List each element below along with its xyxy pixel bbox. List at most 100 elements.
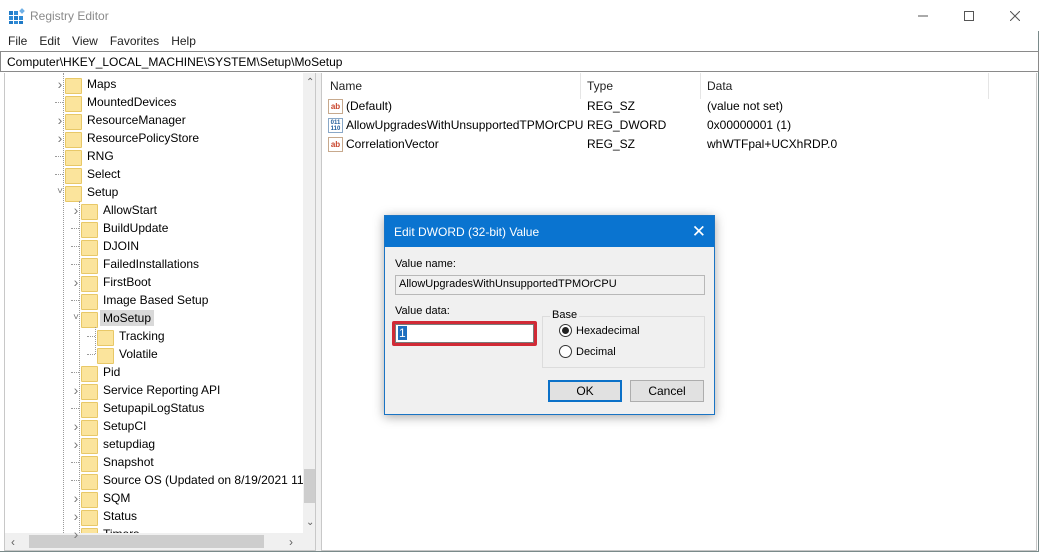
tree-item-label: SQM <box>103 491 131 505</box>
tree-item[interactable]: Volatile <box>97 345 161 364</box>
address-path[interactable]: Computer\HKEY_LOCAL_MACHINE\SYSTEM\Setup… <box>7 55 342 69</box>
menu-favorites[interactable]: Favorites <box>104 31 165 51</box>
value-name: AllowUpgradesWithUnsupportedTPMOrCPU <box>346 118 584 132</box>
chevron-right-icon[interactable]: › <box>71 491 81 505</box>
value-row[interactable]: ab (Default) REG_SZ (value not set) <box>322 97 1022 116</box>
column-divider[interactable] <box>580 73 581 99</box>
value-data-text: 1 <box>398 326 407 340</box>
tree-item[interactable]: Image Based Setup <box>81 291 211 310</box>
scroll-up-icon[interactable]: ⌃ <box>306 77 314 88</box>
chevron-right-icon[interactable]: › <box>71 509 81 523</box>
tree-item[interactable]: ResourcePolicyStore <box>65 129 202 148</box>
tree-item[interactable]: RNG <box>65 147 117 166</box>
chevron-right-icon[interactable]: › <box>55 77 65 91</box>
minimize-button[interactable] <box>900 0 946 31</box>
tree-item[interactable]: BuildUpdate <box>81 219 171 238</box>
tree-vertical-scrollbar[interactable]: ⌃ ⌄ <box>303 73 315 533</box>
radio-hexadecimal[interactable]: Hexadecimal <box>559 324 640 337</box>
value-row[interactable]: ab CorrelationVector REG_SZ whWTFpal+UCX… <box>322 135 1022 154</box>
registry-editor-window: Registry Editor File Edit View Favorites… <box>0 0 1039 552</box>
chevron-right-icon[interactable]: › <box>55 131 65 145</box>
tree-item[interactable]: FirstBoot <box>81 273 154 292</box>
string-value-icon: ab <box>328 137 343 152</box>
tree-item[interactable]: SetupCI <box>81 417 149 436</box>
tree-item[interactable]: FailedInstallations <box>81 255 202 274</box>
tree-horizontal-scroll-thumb[interactable] <box>29 535 264 548</box>
tree-item[interactable]: ResourceManager <box>65 111 189 130</box>
tree-vertical-scroll-thumb[interactable] <box>304 469 315 503</box>
chevron-right-icon[interactable]: › <box>71 437 81 451</box>
scroll-left-icon[interactable]: ‹ <box>11 535 15 549</box>
tree-item[interactable]: Maps <box>65 75 119 94</box>
dialog-close-icon[interactable]: ✕ <box>692 222 706 242</box>
value-data-input[interactable]: 1 <box>395 324 534 343</box>
folder-icon <box>81 401 98 418</box>
folder-icon <box>65 77 82 94</box>
chevron-right-icon[interactable]: › <box>55 113 65 127</box>
tree-item[interactable]: Status <box>81 507 140 526</box>
column-divider[interactable] <box>700 73 701 99</box>
chevron-down-icon[interactable]: ˅ <box>55 187 65 197</box>
value-type: REG_SZ <box>587 137 636 151</box>
string-value-icon: ab <box>328 99 343 114</box>
cancel-button[interactable]: Cancel <box>630 380 704 402</box>
tree-item[interactable]: setupdiag <box>81 435 158 454</box>
column-header-data[interactable]: Data <box>707 79 732 93</box>
radio-decimal[interactable]: Decimal <box>559 345 616 358</box>
tree-item[interactable]: SQM <box>81 489 133 508</box>
close-button[interactable] <box>992 0 1038 31</box>
column-header-type[interactable]: Type <box>587 79 613 93</box>
tree-item-label: MoSetup <box>100 310 155 326</box>
chevron-right-icon[interactable]: › <box>71 203 81 217</box>
tree-item-label: Source OS (Updated on 8/19/2021 11:0 <box>103 473 314 487</box>
folder-icon <box>65 149 82 166</box>
menu-view[interactable]: View <box>66 31 104 51</box>
tree-item[interactable]: MountedDevices <box>65 93 179 112</box>
tree-horizontal-scrollbar[interactable]: ‹ › <box>5 533 315 550</box>
value-data: whWTFpal+UCXhRDP.0 <box>707 137 838 151</box>
tree-item[interactable]: Setup <box>65 183 121 202</box>
folder-icon <box>97 329 114 346</box>
tree-item[interactable]: Pid <box>81 363 123 382</box>
tree-item-label: RNG <box>87 149 114 163</box>
tree-item-label: BuildUpdate <box>103 221 169 235</box>
scroll-right-icon[interactable]: › <box>289 535 293 549</box>
tree-item[interactable]: MoSetup <box>81 309 155 328</box>
menu-file[interactable]: File <box>2 31 33 51</box>
folder-icon <box>81 275 98 292</box>
chevron-right-icon[interactable]: › <box>71 527 81 541</box>
value-row[interactable]: 011 110 AllowUpgradesWithUnsupportedTPMOr… <box>322 116 1022 135</box>
tree-item[interactable]: SetupapiLogStatus <box>81 399 207 418</box>
tree-item[interactable]: Source OS (Updated on 8/19/2021 11:0 <box>81 471 315 490</box>
column-divider[interactable] <box>988 73 989 99</box>
tree-connector-line <box>71 480 79 481</box>
dialog-title-bar[interactable]: Edit DWORD (32-bit) Value ✕ <box>385 216 714 247</box>
chevron-right-icon[interactable]: › <box>71 383 81 397</box>
menu-bar: File Edit View Favorites Help <box>0 31 1039 51</box>
radio-unchecked-icon[interactable] <box>559 345 572 358</box>
value-data: (value not set) <box>707 99 784 113</box>
tree-item[interactable]: DJOIN <box>81 237 142 256</box>
chevron-down-icon[interactable]: ˅ <box>71 313 81 323</box>
tree-item[interactable]: AllowStart <box>81 201 160 220</box>
menu-help[interactable]: Help <box>165 31 202 51</box>
chevron-right-icon[interactable]: › <box>71 419 81 433</box>
maximize-button[interactable] <box>946 0 992 31</box>
chevron-right-icon[interactable]: › <box>71 275 81 289</box>
tree-connector-line <box>87 336 95 337</box>
tree-item-label: DJOIN <box>103 239 139 253</box>
address-bar[interactable]: Computer\HKEY_LOCAL_MACHINE\SYSTEM\Setup… <box>0 51 1039 72</box>
scroll-down-icon[interactable]: ⌄ <box>306 517 314 528</box>
tree-item-label: Status <box>103 509 138 523</box>
tree-item-label: Setup <box>87 185 119 199</box>
tree-item[interactable]: Snapshot <box>81 453 157 472</box>
tree-connector-line <box>71 462 79 463</box>
column-header-name[interactable]: Name <box>330 79 362 93</box>
ok-button[interactable]: OK <box>548 380 622 402</box>
menu-edit[interactable]: Edit <box>33 31 66 51</box>
tree-item[interactable]: Service Reporting API <box>81 381 223 400</box>
tree-item[interactable]: Tracking <box>97 327 168 346</box>
radio-checked-icon[interactable] <box>559 324 572 337</box>
tree-item-label: SetupapiLogStatus <box>103 401 205 415</box>
tree-item[interactable]: Select <box>65 165 123 184</box>
